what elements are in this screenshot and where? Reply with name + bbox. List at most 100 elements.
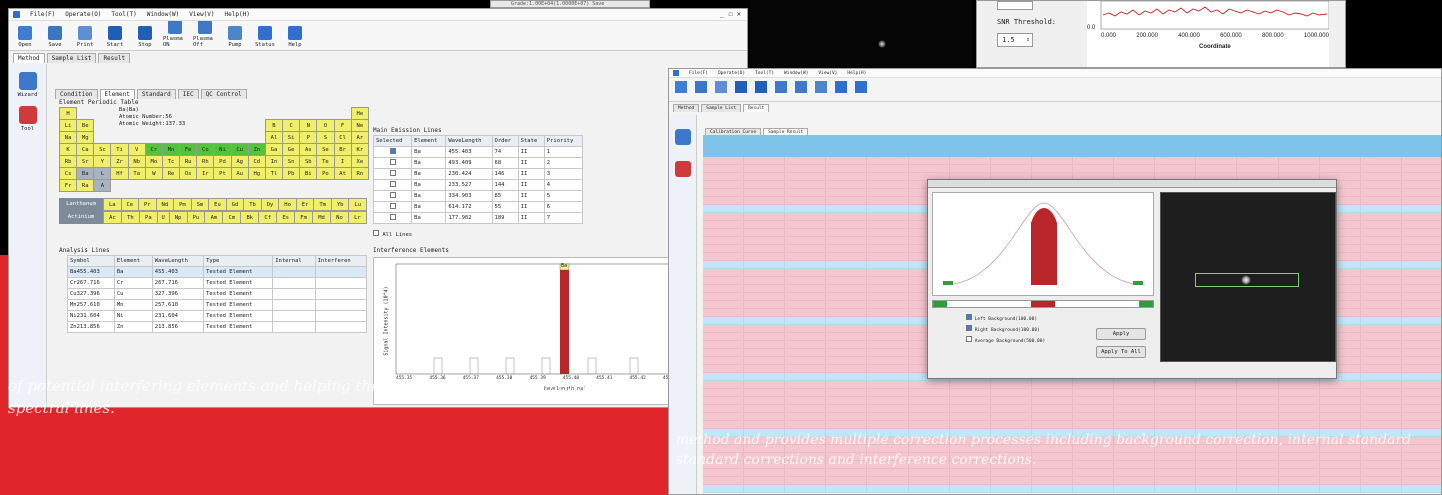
- table-row[interactable]: Ba 493.409 68 II 2: [372, 157, 584, 169]
- element-ho[interactable]: Ho: [278, 198, 297, 211]
- element-th[interactable]: Th: [120, 211, 140, 224]
- element-co[interactable]: Co: [196, 143, 215, 156]
- element-c[interactable]: C: [282, 119, 301, 132]
- element-sn[interactable]: Sn: [282, 155, 301, 168]
- element-a[interactable]: A: [93, 179, 112, 192]
- column-header[interactable]: Priority: [543, 135, 584, 147]
- plasma-off-icon-2[interactable]: [795, 81, 807, 93]
- element-ra[interactable]: Ra: [76, 179, 95, 192]
- select-checkbox[interactable]: [372, 157, 413, 169]
- element-hf[interactable]: Hf: [110, 167, 129, 180]
- element-ag[interactable]: Ag: [230, 155, 249, 168]
- save-icon-2[interactable]: [695, 81, 707, 93]
- element-kr[interactable]: Kr: [350, 143, 370, 156]
- element-tm[interactable]: Tm: [313, 198, 332, 211]
- column-header[interactable]: Symbol: [67, 255, 115, 267]
- element-re[interactable]: Re: [161, 167, 181, 180]
- element-yb[interactable]: Yb: [330, 198, 350, 211]
- element-na[interactable]: Na: [58, 131, 78, 144]
- start-button[interactable]: Start: [103, 26, 127, 48]
- element-fm[interactable]: Fm: [294, 211, 314, 224]
- element-in[interactable]: In: [264, 155, 284, 168]
- element-u[interactable]: U: [156, 211, 170, 224]
- element-n[interactable]: N: [299, 119, 318, 132]
- element-ru[interactable]: Ru: [179, 155, 198, 168]
- element-rh[interactable]: Rh: [196, 155, 215, 168]
- element-sr[interactable]: Sr: [76, 155, 95, 168]
- element-mg[interactable]: Mg: [76, 131, 95, 144]
- column-header[interactable]: WaveLength: [445, 135, 493, 147]
- open-button[interactable]: Open: [13, 26, 37, 48]
- column-header[interactable]: Interferen: [314, 255, 368, 267]
- table-row[interactable]: Ni231.604 Ni 231.604 Tested Element: [67, 310, 368, 322]
- element-fe[interactable]: Fe: [179, 143, 198, 156]
- wizard-button[interactable]: Wizard: [9, 72, 46, 98]
- element-pm[interactable]: Pm: [173, 198, 192, 211]
- menu-window[interactable]: Window(W): [147, 11, 180, 18]
- table-row[interactable]: Ba 614.172 55 II 6: [372, 201, 584, 213]
- element-be[interactable]: Be: [76, 119, 95, 132]
- element-xe[interactable]: Xe: [350, 155, 370, 168]
- menu-operate-2[interactable]: Operate(O): [718, 71, 745, 76]
- tab-qc-control[interactable]: QC Control: [200, 89, 247, 99]
- tool-button[interactable]: Tool: [9, 106, 46, 132]
- tab-iec[interactable]: IEC: [177, 89, 199, 99]
- element-no[interactable]: No: [330, 211, 349, 224]
- element-ge[interactable]: Ge: [282, 143, 301, 156]
- menu-help[interactable]: Help(H): [225, 11, 250, 18]
- status-button[interactable]: Status: [253, 26, 277, 48]
- element-lr[interactable]: Lr: [347, 211, 368, 224]
- snr-threshold-input[interactable]: 1.5 ⇕: [997, 33, 1033, 47]
- window-controls[interactable]: _ ☐ ✕: [720, 10, 741, 18]
- element-f[interactable]: F: [333, 119, 352, 132]
- element-pa[interactable]: Pa: [138, 211, 158, 224]
- grid-row[interactable]: [703, 381, 1441, 389]
- table-row[interactable]: Zn213.856 Zn 213.856 Tested Element: [67, 321, 368, 333]
- element-ne[interactable]: Ne: [350, 119, 370, 132]
- element-np[interactable]: Np: [168, 211, 188, 224]
- element-tc[interactable]: Tc: [161, 155, 181, 168]
- table-row[interactable]: Cu327.396 Cu 327.396 Tested Element: [67, 288, 368, 300]
- element-h[interactable]: H: [58, 107, 78, 120]
- column-header[interactable]: Selected: [372, 135, 413, 147]
- column-header[interactable]: Internal: [272, 255, 316, 267]
- print-icon-2[interactable]: [715, 81, 727, 93]
- element-ca[interactable]: Ca: [76, 143, 95, 156]
- element-cm[interactable]: Cm: [222, 211, 242, 224]
- select-checkbox[interactable]: [372, 146, 413, 158]
- grid-row[interactable]: [703, 157, 1441, 165]
- element-ba[interactable]: Ba: [76, 167, 95, 180]
- element-b[interactable]: B: [264, 119, 284, 132]
- plasma-off-button[interactable]: Plasma Off: [193, 20, 217, 48]
- element-cr[interactable]: Cr: [144, 143, 163, 156]
- pump-button[interactable]: Pump: [223, 26, 247, 48]
- menu-file[interactable]: File(F): [30, 11, 55, 18]
- table-row[interactable]: Ba 334.903 85 II 5: [372, 190, 584, 202]
- element-cs[interactable]: Cs: [58, 167, 78, 180]
- element-ce[interactable]: Ce: [120, 198, 140, 211]
- element-gd[interactable]: Gd: [225, 198, 245, 211]
- save-button[interactable]: Save: [43, 26, 67, 48]
- element-l[interactable]: L: [93, 167, 112, 180]
- menu-file-2[interactable]: File(F): [689, 71, 708, 76]
- element-sb[interactable]: Sb: [299, 155, 318, 168]
- element-al[interactable]: Al: [264, 131, 284, 144]
- tab-sample-list[interactable]: Sample List: [46, 53, 97, 63]
- element-ar[interactable]: Ar: [350, 131, 370, 144]
- element-as[interactable]: As: [299, 143, 318, 156]
- grid-row[interactable]: [703, 485, 1441, 493]
- menu-view[interactable]: View(V): [189, 11, 214, 18]
- element-zn[interactable]: Zn: [247, 143, 266, 156]
- status-icon-2[interactable]: [835, 81, 847, 93]
- top-stepper[interactable]: [997, 1, 1033, 10]
- grid-row[interactable]: [703, 405, 1441, 413]
- element-sm[interactable]: Sm: [190, 198, 210, 211]
- element-i[interactable]: I: [333, 155, 352, 168]
- element-ir[interactable]: Ir: [196, 167, 215, 180]
- element-pu[interactable]: Pu: [186, 211, 206, 224]
- table-row[interactable]: Ba 230.424 146 II 3: [372, 168, 584, 180]
- all-lines-checkbox[interactable]: All Lines: [373, 230, 583, 238]
- element-la[interactable]: La: [103, 198, 122, 211]
- plasma-icon-2[interactable]: [775, 81, 787, 93]
- element-nd[interactable]: Nd: [155, 198, 175, 211]
